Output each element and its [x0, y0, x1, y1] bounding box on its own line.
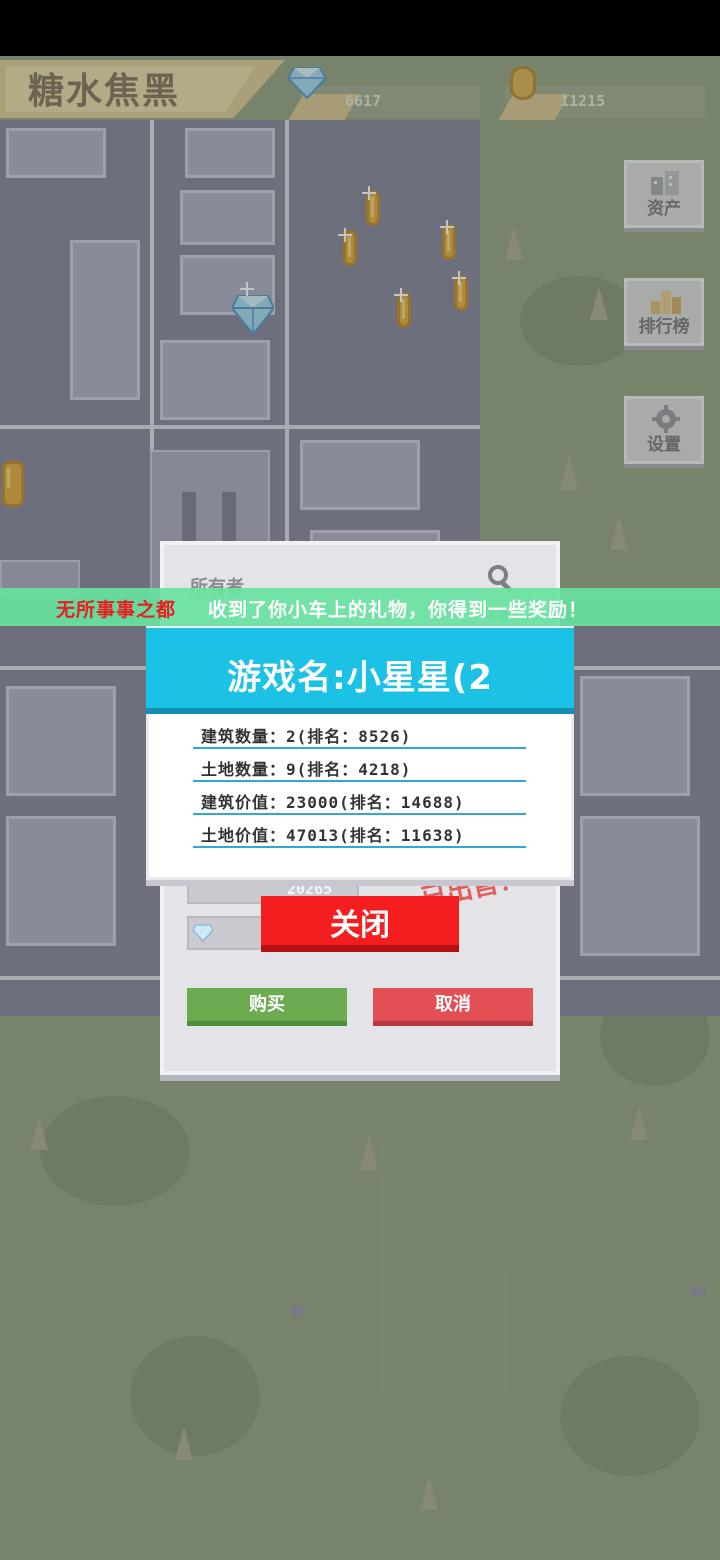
stat-row: 土地价值：47013(排名：11638) [193, 822, 526, 848]
stat-building-value: 建筑价值：23000(排名：14688) [201, 793, 465, 812]
popup-title: 游戏名:小星星(2 [227, 658, 493, 698]
cancel-button[interactable]: 取消 [373, 988, 533, 1026]
stat-row: 建筑数量：2(排名：8526) [193, 723, 526, 749]
notice-message: 收到了你小车上的礼物，你得到一些奖励！ [208, 599, 589, 621]
notice-sender: 无所事事之都 [56, 599, 177, 621]
stat-row: 建筑价值：23000(排名：14688) [193, 789, 526, 815]
buy-button[interactable]: 购买 [187, 988, 347, 1026]
diamond-icon [193, 924, 213, 942]
stat-building-count: 建筑数量：2(排名：8526) [201, 727, 412, 746]
stat-row: 土地数量：9(排名：4218) [193, 756, 526, 782]
stat-land-count: 土地数量：9(排名：4218) [201, 760, 412, 779]
status-bar [0, 0, 720, 56]
stat-land-value: 土地价值：47013(排名：11638) [201, 826, 465, 845]
close-button-label[interactable]: 关闭 [261, 900, 459, 944]
